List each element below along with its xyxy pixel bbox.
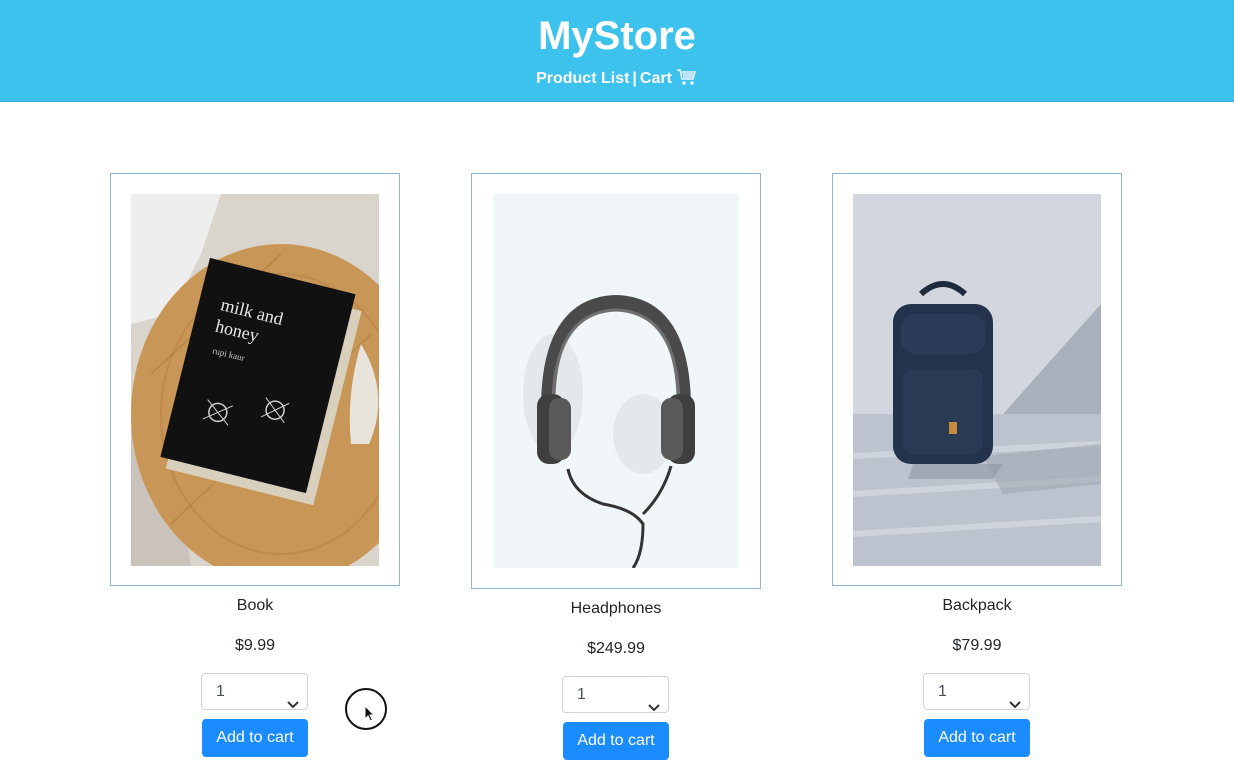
product-price: $79.99 bbox=[952, 637, 1002, 654]
product-price: $9.99 bbox=[234, 637, 276, 654]
quantity-value: 1 bbox=[577, 686, 586, 703]
product-name: Book bbox=[236, 597, 274, 614]
brand-title[interactable]: MyStore bbox=[0, 14, 1234, 58]
nav-cart-label: Cart bbox=[639, 70, 672, 87]
product-name: Headphones bbox=[570, 600, 662, 617]
quantity-value: 1 bbox=[216, 683, 225, 700]
quantity-select[interactable]: 1 bbox=[201, 673, 308, 710]
mouse-pointer-icon bbox=[364, 704, 376, 728]
shopping-cart-icon bbox=[676, 68, 698, 93]
book-photo: milk and honey rupi kaur bbox=[131, 194, 431, 584]
nav-cart-link[interactable]: Cart bbox=[639, 69, 698, 87]
quantity-value: 1 bbox=[938, 683, 947, 700]
add-to-cart-button[interactable]: Add to cart bbox=[924, 719, 1030, 757]
nav-product-list-link[interactable]: Product List bbox=[536, 70, 629, 87]
quantity-select[interactable]: 1 bbox=[562, 676, 669, 713]
headphones-photo bbox=[493, 194, 739, 569]
chevron-down-icon bbox=[648, 690, 660, 725]
main-nav: Product List | Cart bbox=[0, 68, 1234, 93]
add-to-cart-button[interactable]: Add to cart bbox=[563, 722, 669, 760]
nav-separator: | bbox=[632, 70, 637, 87]
chevron-down-icon bbox=[1009, 687, 1021, 722]
chevron-down-icon bbox=[287, 687, 299, 722]
header: MyStore Product List | Cart bbox=[0, 0, 1234, 102]
add-to-cart-button[interactable]: Add to cart bbox=[202, 719, 308, 757]
quantity-select[interactable]: 1 bbox=[923, 673, 1030, 710]
backpack-photo bbox=[852, 194, 1102, 566]
product-name: Backpack bbox=[942, 597, 1012, 614]
product-price: $249.99 bbox=[587, 640, 645, 657]
